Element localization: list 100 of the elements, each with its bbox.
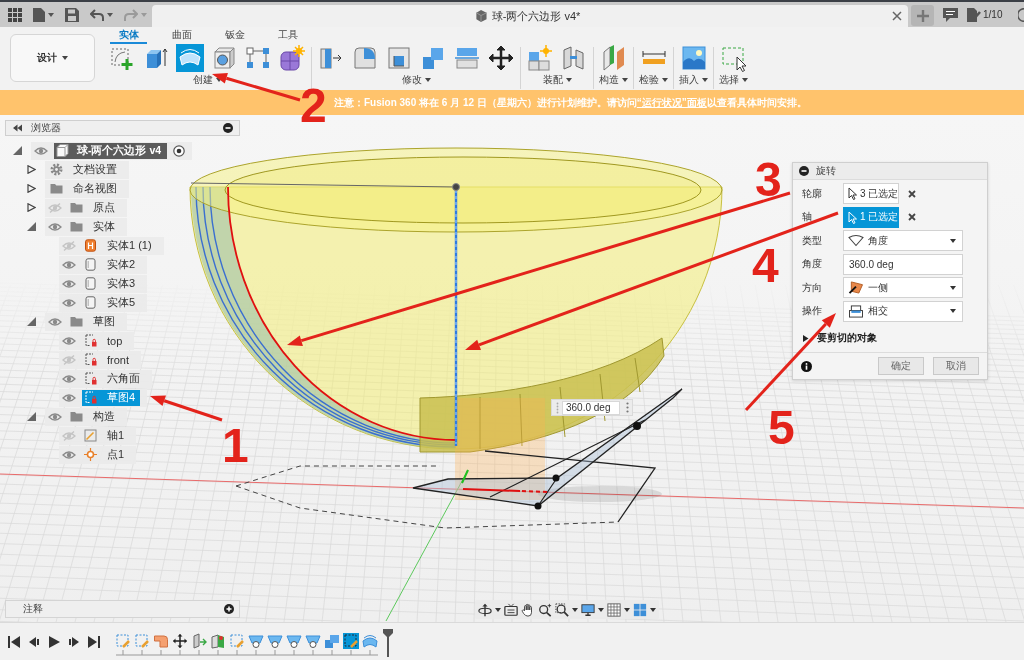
step-forward-icon[interactable]: [68, 635, 80, 648]
eye-icon[interactable]: [48, 221, 62, 232]
more-icon[interactable]: [626, 402, 629, 413]
angle-field[interactable]: 360.0 deg: [843, 253, 963, 275]
group-menu-button[interactable]: 选择: [719, 73, 748, 87]
group-menu-button[interactable]: 构造: [599, 73, 628, 87]
new-component-icon[interactable]: [526, 44, 554, 72]
funnel-feature-icon[interactable]: [248, 633, 264, 649]
move-arrows-icon[interactable]: [487, 44, 515, 72]
document-tab[interactable]: 球-两个六边形 v4*: [152, 5, 908, 27]
tree-item[interactable]: 实体5: [82, 294, 141, 311]
split-body-icon[interactable]: [210, 633, 226, 649]
minus-circle-icon[interactable]: [223, 123, 233, 133]
undo-icon[interactable]: [90, 7, 104, 22]
caret-icon[interactable]: [48, 12, 54, 17]
orbit-icon[interactable]: [478, 602, 492, 617]
eye-icon[interactable]: [34, 145, 48, 156]
cancel-button[interactable]: 取消: [933, 357, 979, 375]
ribbon-tab[interactable]: 曲面: [163, 27, 200, 44]
revolve-band-icon[interactable]: [362, 633, 378, 649]
eye-icon[interactable]: [62, 449, 76, 460]
group-menu-button[interactable]: 修改: [401, 73, 431, 87]
triangle-icon[interactable]: [13, 146, 22, 155]
skip-to-start-icon[interactable]: [8, 635, 20, 648]
close-icon[interactable]: [908, 213, 916, 222]
zoom-icon[interactable]: [538, 602, 552, 617]
tree-item[interactable]: 六角面: [82, 370, 145, 387]
eye-icon[interactable]: [62, 297, 76, 308]
funnel-feature-icon[interactable]: [267, 633, 283, 649]
caret-icon[interactable]: [598, 607, 604, 612]
dropdown[interactable]: 角度: [843, 230, 963, 252]
pan-hand-icon[interactable]: [521, 602, 535, 617]
dropdown[interactable]: 相交: [843, 300, 963, 322]
triangle-icon[interactable]: [27, 412, 36, 421]
tree-item[interactable]: 轴1: [82, 427, 130, 444]
tree-item[interactable]: 球-两个六边形 v4: [54, 142, 168, 159]
form-cube-icon[interactable]: [278, 44, 306, 72]
eye-icon[interactable]: [48, 411, 62, 422]
shell-box-icon[interactable]: [385, 44, 413, 72]
tree-item[interactable]: 实体3: [82, 275, 141, 292]
radio-icon[interactable]: [173, 144, 186, 157]
triangle-icon[interactable]: [27, 184, 36, 193]
caret-icon[interactable]: [624, 607, 630, 612]
tree-item[interactable]: 文档设置: [48, 161, 122, 178]
tree-item[interactable]: 实体: [68, 218, 120, 235]
caret-icon[interactable]: [650, 607, 656, 612]
workspace-button[interactable]: 设计: [10, 34, 95, 82]
collapse-icon[interactable]: [13, 124, 22, 132]
display-icon[interactable]: [581, 602, 595, 617]
play-icon[interactable]: [48, 635, 60, 648]
minus-circle-icon[interactable]: [799, 166, 809, 176]
selection-button[interactable]: 3 已选定: [843, 183, 899, 205]
ribbon-tab[interactable]: 实体: [110, 27, 147, 44]
triangle-icon[interactable]: [27, 317, 36, 326]
job-status-button[interactable]: 1/10: [967, 7, 1003, 22]
eye-icon[interactable]: [62, 392, 76, 403]
ribbon-tab[interactable]: 钣金: [216, 27, 253, 44]
eye-icon[interactable]: [62, 259, 76, 270]
caret-icon[interactable]: [107, 12, 113, 17]
section-toggle[interactable]: 要剪切的对象: [802, 330, 877, 346]
tree-item[interactable]: 草图: [68, 313, 120, 330]
new-tab-button[interactable]: [911, 5, 934, 26]
triangle-icon[interactable]: [27, 203, 36, 212]
press-pull-icon[interactable]: [191, 633, 207, 649]
triangle-icon[interactable]: [27, 165, 36, 174]
skip-to-end-icon[interactable]: [88, 635, 100, 648]
apps-grid-icon[interactable]: [8, 7, 22, 22]
close-icon[interactable]: [892, 11, 902, 21]
close-icon[interactable]: [908, 189, 916, 198]
caret-icon[interactable]: [495, 607, 501, 612]
look-at-icon[interactable]: [504, 602, 518, 617]
move-arrows-icon[interactable]: [172, 633, 188, 649]
save-icon[interactable]: [65, 7, 79, 22]
revolve-band-icon[interactable]: [176, 44, 204, 72]
info-icon[interactable]: [801, 360, 812, 372]
angle-input[interactable]: 360.0 deg: [562, 400, 620, 415]
tree-item[interactable]: 点1: [82, 446, 130, 463]
eye-icon[interactable]: [62, 373, 76, 384]
eye-icon[interactable]: [62, 335, 76, 346]
tree-item[interactable]: 命名视图: [48, 180, 122, 197]
comment-icon[interactable]: [943, 7, 958, 22]
tree-item[interactable]: 实体2: [82, 256, 141, 273]
tree-item[interactable]: 构造: [68, 408, 120, 425]
tree-item[interactable]: top: [82, 332, 128, 349]
step-back-icon[interactable]: [28, 635, 40, 648]
funnel-feature-icon[interactable]: [305, 633, 321, 649]
eye-icon[interactable]: [48, 316, 62, 327]
group-menu-button[interactable]: 检验: [639, 73, 668, 87]
tree-item[interactable]: 实体1 (1): [82, 237, 157, 254]
eye-icon[interactable]: [62, 278, 76, 289]
group-menu-button[interactable]: 装配: [542, 73, 572, 87]
timeline-marker[interactable]: [383, 628, 393, 657]
tree-item[interactable]: front: [82, 351, 134, 368]
ok-button[interactable]: 确定: [878, 357, 924, 375]
fillet-box-icon[interactable]: [351, 44, 379, 72]
dropdown[interactable]: 一侧: [843, 277, 963, 299]
selection-box-icon[interactable]: [719, 44, 748, 72]
group-menu-button[interactable]: 插入: [679, 73, 708, 87]
tree-item[interactable]: 原点: [68, 199, 120, 216]
ribbon-tab[interactable]: 工具: [269, 27, 306, 44]
